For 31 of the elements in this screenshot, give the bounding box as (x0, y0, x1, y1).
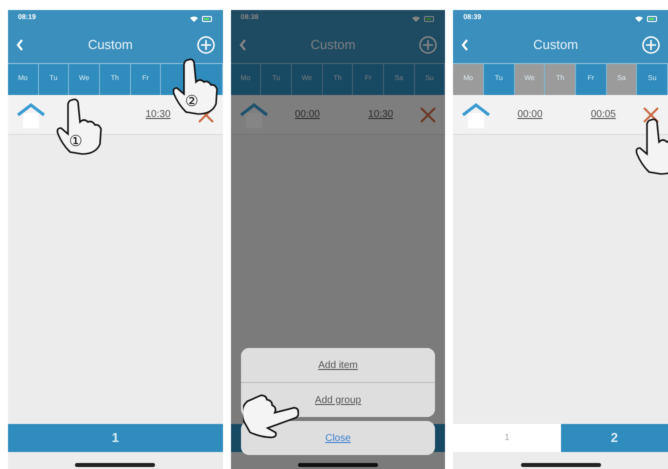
page-tab[interactable]: 1 (8, 424, 223, 452)
add-icon[interactable] (196, 36, 215, 54)
back-icon[interactable] (461, 39, 470, 51)
house-icon (238, 100, 269, 128)
menu-option[interactable]: Add item (240, 348, 436, 382)
end-time[interactable]: 00:05 (590, 107, 616, 122)
end-time[interactable]: 10:30 (146, 107, 171, 122)
step-number: ② (185, 94, 198, 109)
start-time[interactable]: 00:00 (518, 107, 543, 122)
add-icon[interactable] (642, 36, 660, 54)
start-time[interactable]: 00:00 (294, 107, 320, 122)
wifi-icon (190, 16, 198, 22)
wifi-icon (412, 16, 420, 22)
house-icon (461, 100, 492, 128)
back-icon[interactable] (238, 39, 247, 51)
end-time[interactable]: 10:30 (368, 107, 394, 122)
screen-title: Custom (88, 36, 133, 54)
add-icon[interactable] (419, 36, 438, 54)
page-tab[interactable]: 2 (560, 424, 668, 452)
page-tab[interactable]: 1 (453, 424, 561, 452)
delete-icon[interactable] (642, 106, 660, 124)
close-button[interactable]: Close (240, 421, 436, 455)
back-icon[interactable] (16, 39, 24, 51)
step-number: ① (69, 134, 82, 149)
screen-title: Custom (310, 36, 356, 54)
house-icon (16, 100, 46, 128)
battery-icon (202, 16, 213, 22)
battery-icon (424, 16, 436, 22)
battery-icon (647, 16, 658, 22)
screen-title: Custom (533, 36, 578, 54)
wifi-icon (635, 16, 644, 22)
